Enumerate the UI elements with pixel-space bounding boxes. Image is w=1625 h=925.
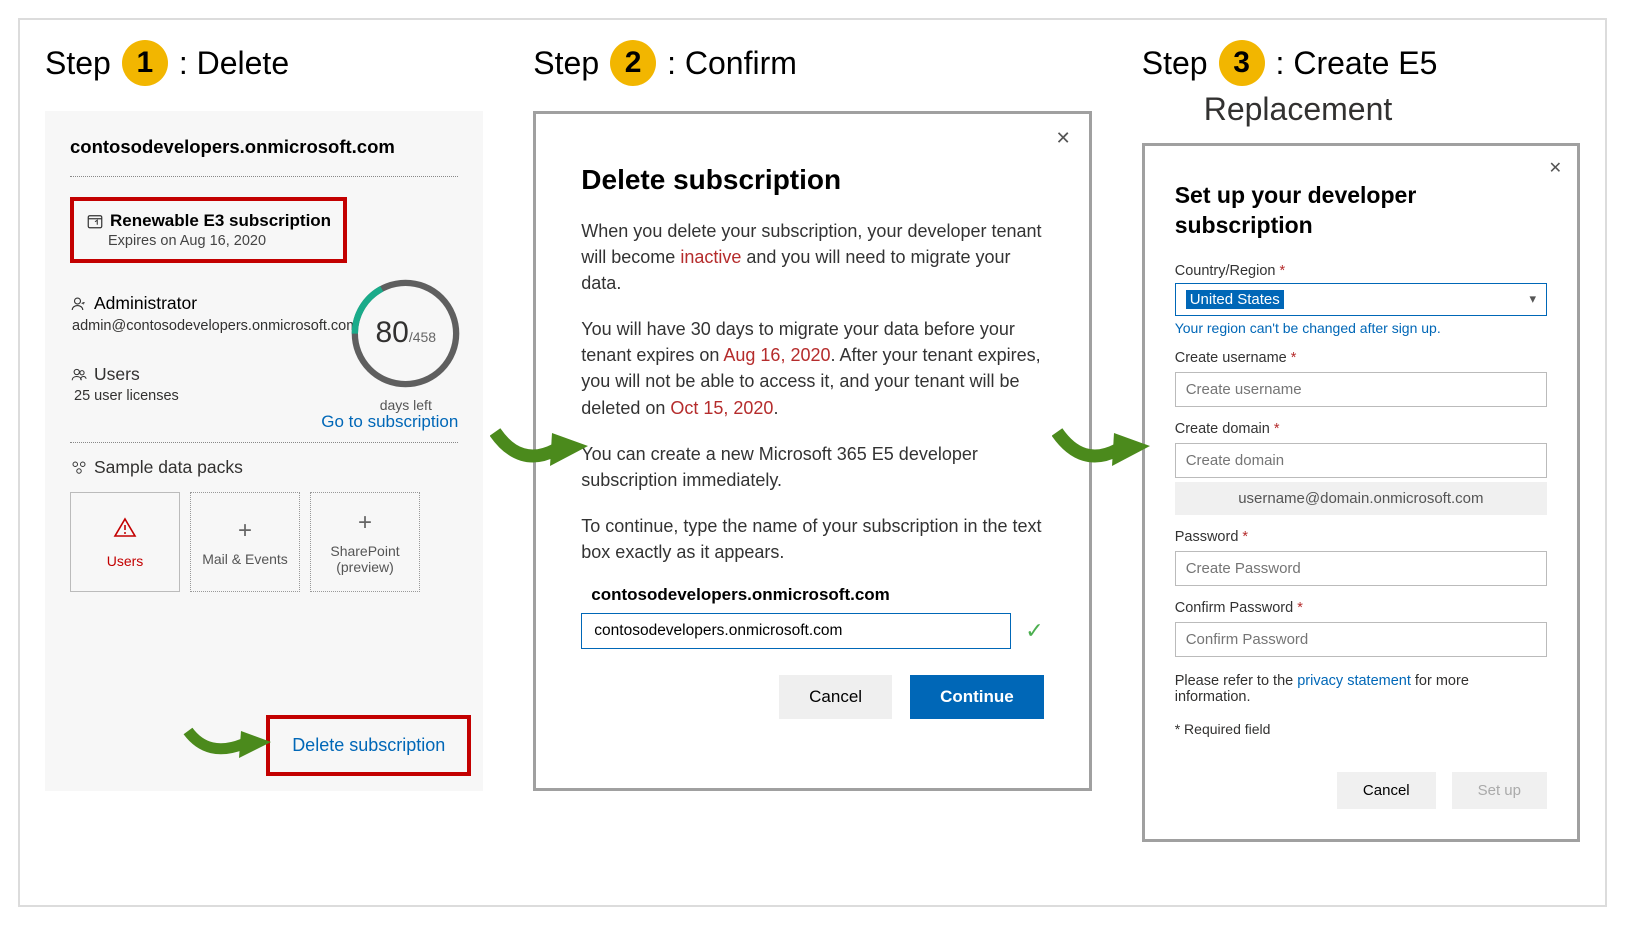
days-left-donut: 80/458 days left xyxy=(348,276,463,413)
confirm-tenant-label: contosodevelopers.onmicrosoft.com xyxy=(591,585,1043,605)
pack-tile-sharepoint[interactable]: + SharePoint (preview) xyxy=(310,492,420,592)
close-icon[interactable]: ✕ xyxy=(1056,128,1071,149)
warning-icon xyxy=(113,516,137,547)
dialog-title: Set up your developer subscription xyxy=(1175,181,1547,241)
step-title: : Confirm xyxy=(667,45,797,82)
checkmark-icon: ✓ xyxy=(1025,618,1043,644)
delete-subscription-dialog: ✕ Delete subscription When you delete yo… xyxy=(533,111,1091,791)
step-badge-1: 1 xyxy=(122,40,168,86)
delete-subscription-highlight-box: Delete subscription xyxy=(266,715,471,776)
continue-button[interactable]: Continue xyxy=(910,675,1044,719)
password-input[interactable] xyxy=(1175,551,1547,586)
step-title: : Create E5 xyxy=(1276,45,1438,82)
plus-icon: + xyxy=(358,509,372,537)
password-label: Password * xyxy=(1175,529,1547,545)
pack-tile-label: Mail & Events xyxy=(202,551,288,567)
subscription-name: Renewable E3 subscription xyxy=(110,211,331,231)
dialog-title: Delete subscription xyxy=(581,164,1043,196)
step-1-column: Step 1 : Delete contosodevelopers.onmicr… xyxy=(20,20,508,905)
tenant-name: contosodevelopers.onmicrosoft.com xyxy=(70,136,458,177)
donut-value: 80 xyxy=(375,316,408,349)
username-input[interactable] xyxy=(1175,372,1547,407)
pack-tile-label: SharePoint xyxy=(330,543,399,559)
country-label: Country/Region * xyxy=(1175,263,1547,279)
arrow-step2-to-step3-icon xyxy=(1052,420,1152,475)
step-2-header: Step 2 : Confirm xyxy=(533,40,1091,86)
delete-date: Oct 15, 2020 xyxy=(670,398,773,418)
step-prefix: Step xyxy=(45,45,111,82)
step-1-header: Step 1 : Delete xyxy=(45,40,483,86)
privacy-statement-link[interactable]: privacy statement xyxy=(1297,673,1411,689)
cancel-button[interactable]: Cancel xyxy=(1337,772,1436,809)
expire-date: Aug 16, 2020 xyxy=(723,345,830,365)
confirm-password-input[interactable] xyxy=(1175,622,1547,657)
go-to-subscription-link[interactable]: Go to subscription xyxy=(70,412,458,443)
username-label: Create username * xyxy=(1175,350,1547,366)
subscription-expires: Expires on Aug 16, 2020 xyxy=(108,233,331,249)
dialog-paragraph-3: You can create a new Microsoft 365 E5 de… xyxy=(581,441,1043,493)
delete-subscription-link[interactable]: Delete subscription xyxy=(292,735,445,755)
sample-packs-title: Sample data packs xyxy=(94,457,243,478)
pack-tile-users[interactable]: Users xyxy=(70,492,180,592)
setup-button[interactable]: Set up xyxy=(1452,772,1547,809)
plus-icon: + xyxy=(238,517,252,545)
users-icon xyxy=(70,366,88,384)
domain-preview: username@domain.onmicrosoft.com xyxy=(1175,482,1547,515)
dialog-paragraph-2: You will have 30 days to migrate your da… xyxy=(581,316,1043,420)
confirm-tenant-input[interactable] xyxy=(581,613,1011,649)
admin-icon xyxy=(70,295,88,313)
step-title: : Delete xyxy=(179,45,289,82)
privacy-note: Please refer to the privacy statement fo… xyxy=(1175,673,1547,705)
required-field-note: * Required field xyxy=(1175,721,1547,737)
admin-label: Administrator xyxy=(94,293,197,314)
pack-tile-label: Users xyxy=(107,553,144,569)
step-3-header: Step 3 : Create E5 xyxy=(1142,40,1580,86)
chevron-down-icon: ▾ xyxy=(1529,291,1536,307)
domain-input[interactable] xyxy=(1175,443,1547,478)
step-2-column: Step 2 : Confirm ✕ Delete subscription W… xyxy=(508,20,1116,905)
cancel-button[interactable]: Cancel xyxy=(779,675,892,719)
donut-total: /458 xyxy=(409,329,436,345)
calendar-icon xyxy=(86,212,104,230)
pack-tiles: Users + Mail & Events + SharePoint (prev… xyxy=(70,492,458,592)
subscription-highlight-box: Renewable E3 subscription Expires on Aug… xyxy=(70,197,347,263)
arrow-step1-to-step2-icon xyxy=(490,420,590,475)
country-dropdown[interactable]: United States ▾ xyxy=(1175,283,1547,316)
dialog-paragraph-1: When you delete your subscription, your … xyxy=(581,218,1043,296)
arrow-to-delete-icon xyxy=(183,716,273,766)
step-3-column: Step 3 : Create E5 Replacement ✕ Set up … xyxy=(1117,20,1605,905)
subscription-card: contosodevelopers.onmicrosoft.com Renewa… xyxy=(45,111,483,791)
inactive-text: inactive xyxy=(680,247,741,267)
subscription-name-row: Renewable E3 subscription xyxy=(86,211,331,231)
donut-label: days left xyxy=(348,397,463,413)
close-icon[interactable]: ✕ xyxy=(1549,158,1562,178)
dialog-paragraph-4: To continue, type the name of your subsc… xyxy=(581,513,1043,565)
step-prefix: Step xyxy=(1142,45,1208,82)
setup-subscription-dialog: ✕ Set up your developer subscription Cou… xyxy=(1142,143,1580,842)
pack-tile-label-sub: (preview) xyxy=(336,559,394,575)
step-title-line2: Replacement xyxy=(1204,91,1580,128)
country-value: United States xyxy=(1186,290,1284,309)
step-prefix: Step xyxy=(533,45,599,82)
domain-label: Create domain * xyxy=(1175,421,1547,437)
sample-packs-title-row: Sample data packs xyxy=(70,457,458,478)
confirm-password-label: Confirm Password * xyxy=(1175,600,1547,616)
country-hint: Your region can't be changed after sign … xyxy=(1175,320,1547,336)
packs-icon xyxy=(70,459,88,477)
pack-tile-mail[interactable]: + Mail & Events xyxy=(190,492,300,592)
step-badge-3: 3 xyxy=(1219,40,1265,86)
users-label: Users xyxy=(94,364,140,385)
step-badge-2: 2 xyxy=(610,40,656,86)
